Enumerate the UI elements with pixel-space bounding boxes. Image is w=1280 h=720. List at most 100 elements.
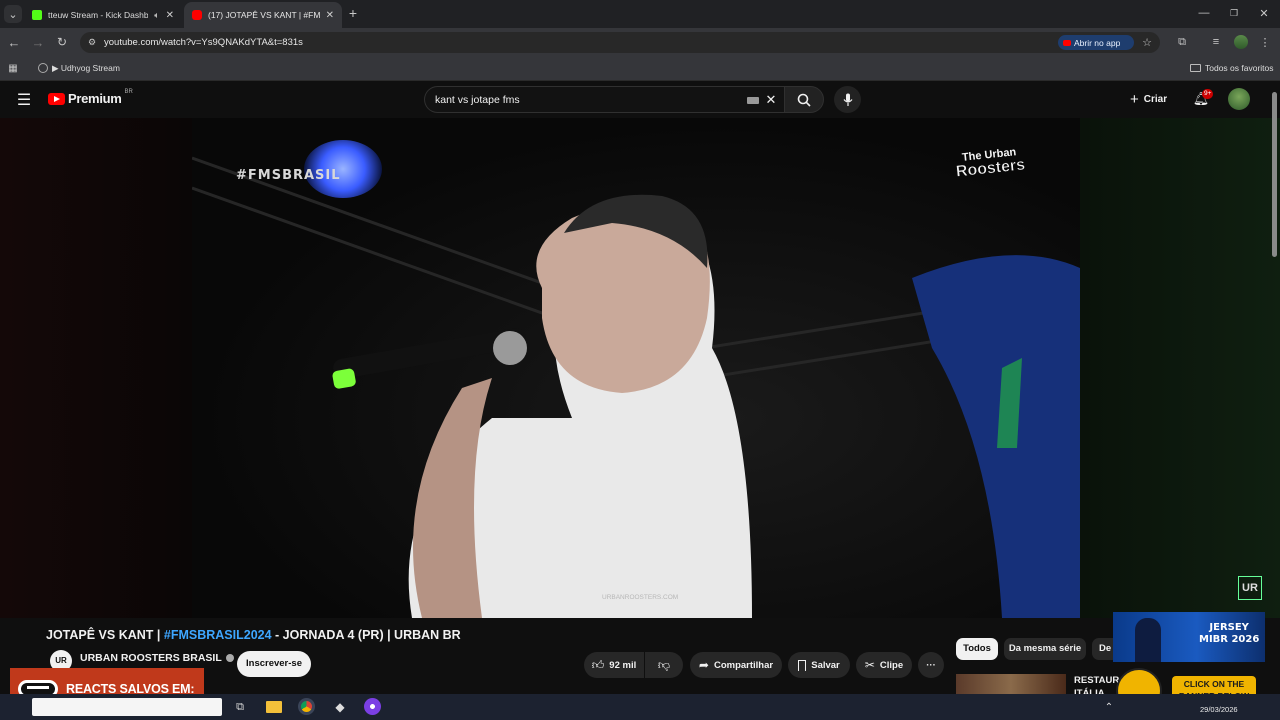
extensions-icon[interactable]: ⧉ (1174, 34, 1190, 50)
new-tab-button[interactable]: + (344, 4, 362, 22)
folder-icon (1190, 64, 1201, 72)
like-count: 92 mil (609, 659, 637, 671)
bookmarks-bar: ▦ ▶ Udhyog Stream Todos os favoritos (0, 56, 1280, 81)
site-info-icon[interactable]: ⚙ (85, 35, 99, 49)
ad-line-1: JERSEY (1209, 622, 1249, 633)
video-title: JOTAPÊ VS KANT | #FMSBRASIL2024 - JORNAD… (46, 628, 461, 642)
thumbs-up-icon: 👍︎ (591, 657, 605, 672)
ambient-left (0, 118, 192, 618)
search-query[interactable]: kant vs jotape fms (435, 94, 520, 106)
bookmark-item[interactable]: ▶ Udhyog Stream (38, 61, 120, 75)
address-bar[interactable]: ⚙ youtube.com/watch?v=Ys9QNAKdYTA&t=831s… (80, 32, 1160, 53)
page-scrollbar[interactable] (1272, 92, 1277, 257)
more-actions-button[interactable]: ··· (918, 652, 944, 678)
media-control-icon[interactable]: ≡ (1208, 34, 1224, 50)
search-icon (797, 93, 811, 107)
chrome-icon[interactable] (298, 698, 315, 715)
url-text[interactable]: youtube.com/watch?v=Ys9QNAKdYTA&t=831s (104, 37, 303, 48)
tab-search-button[interactable]: ⌄ (4, 5, 22, 23)
close-tab-icon[interactable]: ✕ (326, 10, 334, 21)
logo-text: Premium (68, 91, 122, 106)
bottom-watermark: URBANROOSTERS.COM (602, 594, 679, 601)
channel-name[interactable]: URBAN ROOSTERS BRASIL (80, 652, 234, 664)
tab-title: (17) JOTAPÊ VS KANT | #FMSBR (208, 10, 320, 20)
player-figure (1135, 618, 1161, 662)
tray-chevron-icon[interactable]: ⌃ (1102, 699, 1116, 715)
dislike-button[interactable]: 👎︎ (645, 652, 683, 678)
ambient-right (1080, 118, 1280, 618)
create-button[interactable]: + Criar (1130, 90, 1167, 108)
video-frame[interactable]: #FMSBRASIL The Urban Roosters URBANROOST… (192, 118, 1080, 618)
recommended-thumbnail[interactable] (956, 674, 1066, 694)
subscribe-button[interactable]: Inscrever-se (237, 651, 311, 677)
save-button[interactable]: Salvar (788, 652, 850, 678)
title-suffix: - JORNADA 4 (PR) | URBAN BR (271, 628, 461, 642)
share-icon: ➦ (698, 658, 709, 672)
performer (332, 194, 1080, 618)
title-prefix: JOTAPÊ VS KANT | (46, 628, 164, 642)
title-hashtag-link[interactable]: #FMSBRASIL2024 (164, 628, 272, 642)
youtube-app-icon (1063, 39, 1071, 46)
restore-icon[interactable]: ❐ (1226, 5, 1242, 21)
tab-kick[interactable]: tteuw Stream - Kick Dashbo 🔈︎ ✕ (24, 2, 182, 28)
back-icon[interactable]: ← (6, 34, 22, 50)
clock-date[interactable]: 29/03/2026 (1200, 705, 1238, 714)
apps-grid-icon[interactable]: ▦ (6, 61, 20, 75)
close-window-icon[interactable]: ✕ (1256, 5, 1272, 21)
thumbs-down-icon: 👎︎ (657, 657, 671, 672)
open-in-app-label: Abrir no app (1074, 37, 1121, 48)
account-avatar[interactable] (1228, 88, 1250, 110)
youtube-premium-logo[interactable]: Premium BR (48, 89, 133, 106)
all-bookmarks-button[interactable]: Todos os favoritos (1190, 61, 1274, 75)
voice-search-button[interactable] (834, 86, 861, 113)
bookmark-label: ▶ Udhyog Stream (52, 62, 120, 73)
channel-corner-logo: UR (1238, 576, 1262, 600)
speaker-icon[interactable]: 🔈︎ (154, 10, 159, 21)
ad-text: JERSEY MIBR 2026 (1199, 622, 1259, 646)
tab-youtube[interactable]: (17) JOTAPÊ VS KANT | #FMSBR ✕ (184, 2, 342, 28)
reload-icon[interactable]: ↻ (54, 34, 70, 50)
browser-menu-icon[interactable]: ⋮ (1258, 34, 1272, 50)
search-input[interactable]: kant vs jotape fms ✕ (424, 86, 784, 113)
taskbar-search-box[interactable] (32, 698, 222, 716)
chip-same-series[interactable]: Da mesma série (1004, 638, 1086, 660)
clip-label: Clipe (879, 659, 904, 671)
plus-icon: + (1130, 90, 1139, 108)
bookmark-star-icon[interactable]: ☆ (1140, 35, 1154, 49)
chip-all[interactable]: Todos (956, 638, 998, 660)
tab-strip: ⌄ tteuw Stream - Kick Dashbo 🔈︎ ✕ (17) J… (0, 0, 1280, 28)
gem-app-icon[interactable]: ◆ (332, 699, 348, 715)
file-explorer-icon[interactable] (266, 701, 282, 713)
os-taskbar: ⧉ ◆ ⌃ 29/03/2026 (0, 694, 1280, 720)
task-view-icon[interactable]: ⧉ (232, 699, 248, 715)
clear-search-icon[interactable]: ✕ (763, 92, 779, 108)
verified-icon (225, 654, 234, 662)
clip-button[interactable]: ✂ Clipe (856, 652, 912, 678)
all-bookmarks-label: Todos os favoritos (1205, 63, 1274, 73)
open-in-app-button[interactable]: Abrir no app (1058, 35, 1134, 50)
close-tab-icon[interactable]: ✕ (166, 10, 174, 21)
click-banner-line-1: CLICK ON THE (1183, 679, 1245, 689)
share-button[interactable]: ➦ Compartilhar (690, 652, 782, 678)
share-label: Compartilhar (713, 659, 774, 671)
jersey-ad-overlay[interactable]: JERSEY MIBR 2026 (1113, 612, 1265, 662)
like-button[interactable]: 👍︎ 92 mil (584, 652, 644, 678)
minimize-icon[interactable]: — (1196, 5, 1212, 21)
search-button[interactable] (784, 86, 824, 113)
profile-avatar[interactable] (1234, 35, 1248, 49)
tab-title: tteuw Stream - Kick Dashbo (48, 10, 149, 20)
app-icon[interactable] (364, 698, 381, 715)
youtube-favicon (192, 10, 202, 20)
forward-icon[interactable]: → (30, 34, 46, 50)
bookmark-icon (798, 659, 807, 671)
ad-line-2: MIBR 2026 (1199, 634, 1260, 645)
guide-menu-icon[interactable]: ☰ (14, 90, 34, 110)
youtube-play-icon (48, 92, 65, 105)
save-label: Salvar (811, 659, 840, 671)
country-badge: BR (124, 89, 133, 95)
kick-favicon (32, 10, 42, 20)
video-player[interactable]: #FMSBRASIL The Urban Roosters URBANROOST… (0, 118, 1280, 618)
keyboard-icon[interactable] (747, 97, 759, 104)
globe-icon (38, 63, 48, 73)
create-label: Criar (1143, 93, 1168, 105)
